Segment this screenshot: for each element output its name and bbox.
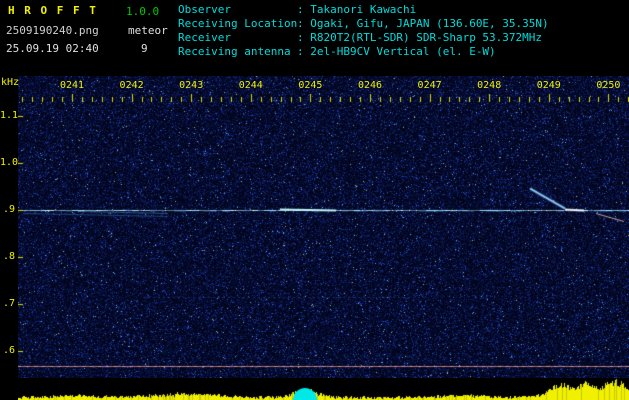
freq-axis-label: .9 xyxy=(2,204,15,215)
freq-axis-labels: 1.1 1.0 .9 .8 .7 .6 xyxy=(0,0,629,400)
freq-axis-label: .6 xyxy=(2,345,15,356)
freq-axis-label: .7 xyxy=(2,298,15,309)
hrofft-screen: H R O F F T 1.0.0 2509190240.png meteor … xyxy=(0,0,629,400)
freq-axis-label: 1.1 xyxy=(0,110,19,121)
freq-axis-label: .8 xyxy=(2,251,15,262)
freq-axis-label: 1.0 xyxy=(0,157,19,168)
